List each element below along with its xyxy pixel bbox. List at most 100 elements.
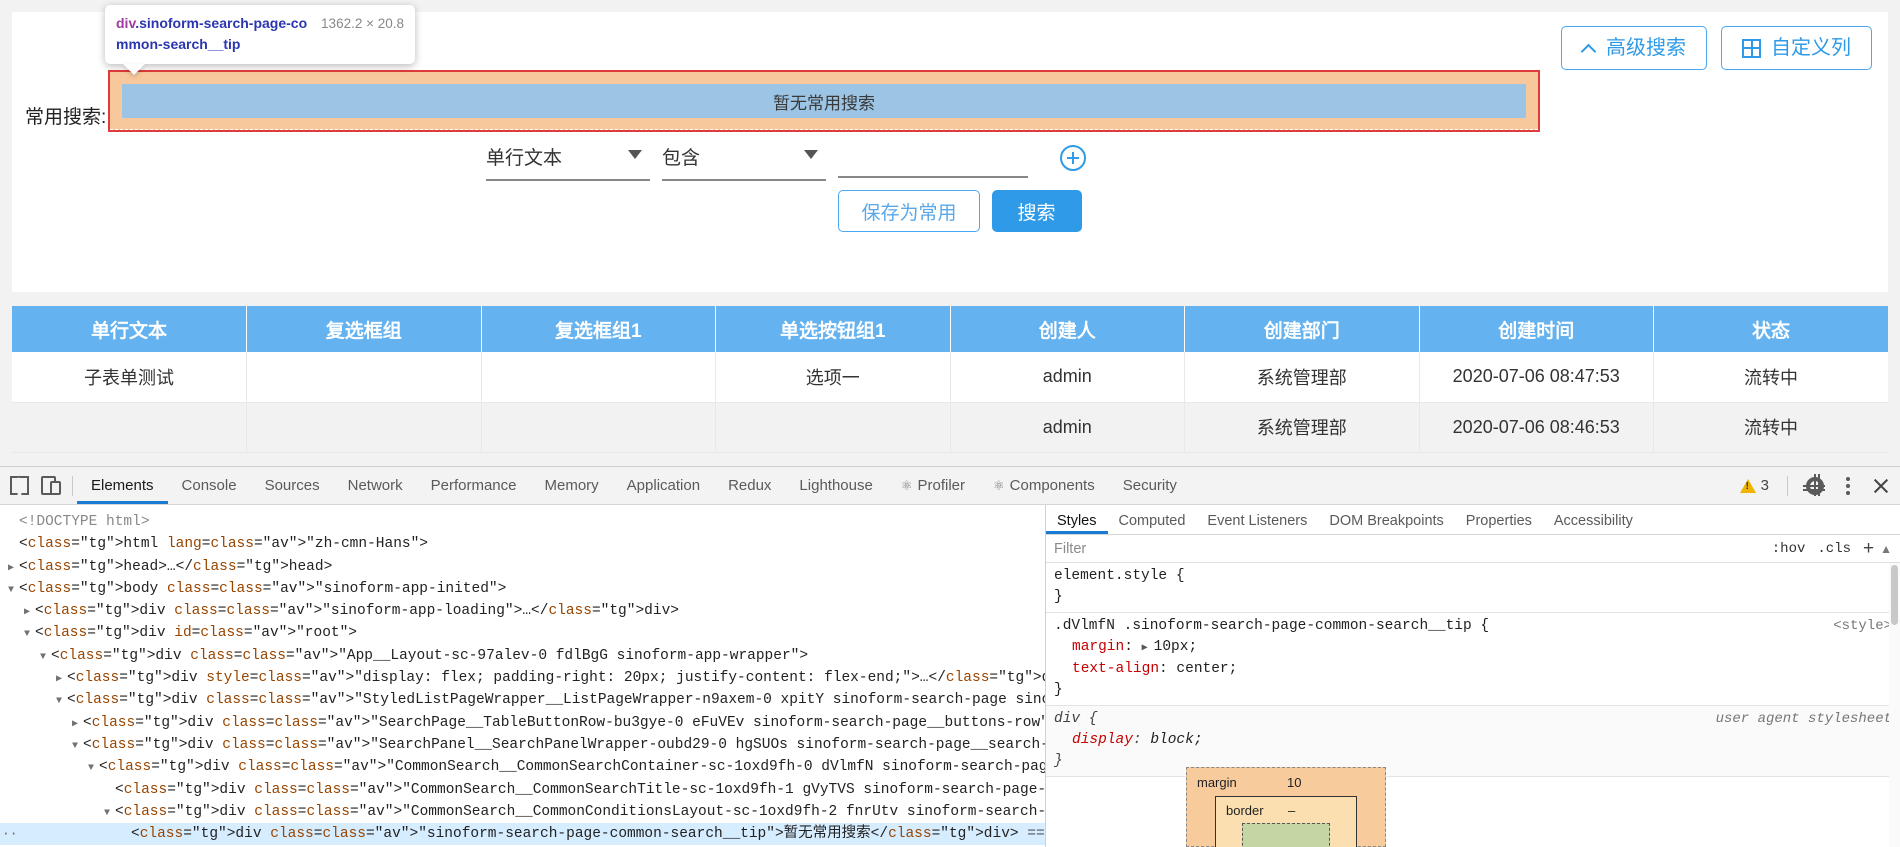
search-actions-row: 保存为常用 搜索 xyxy=(12,190,1888,232)
devtools-tab-application[interactable]: Application xyxy=(613,467,714,504)
warning-badge[interactable]: 3 xyxy=(1739,477,1769,494)
dom-node-expander[interactable]: ▶ xyxy=(8,558,19,580)
condition-value-field[interactable] xyxy=(838,143,1028,178)
table-cell: 子表单测试 xyxy=(12,352,247,403)
table-cell: 系统管理部 xyxy=(1184,352,1420,403)
inspect-element-icon[interactable] xyxy=(10,476,29,495)
css-rule[interactable]: .dVlmfN .sinoform-search-page-common-sea… xyxy=(1046,613,1900,706)
dom-tree-node[interactable]: ▼ <class="tg">div id=class="av">"root"> xyxy=(0,622,1045,644)
css-rule-source[interactable]: <style> xyxy=(1833,616,1892,637)
dom-tree-node[interactable]: ▼ <class="tg">div class=class="av">"Commo… xyxy=(0,801,1045,823)
devtools-tab-label: Performance xyxy=(430,477,517,494)
dom-node-expander[interactable]: ▼ xyxy=(88,758,99,780)
dom-tree-node[interactable]: ▶ <class="tg">div style=class="av">"displ… xyxy=(0,667,1045,689)
close-icon[interactable] xyxy=(1872,477,1890,495)
gear-icon[interactable] xyxy=(1803,473,1825,496)
styles-tab-computed[interactable]: Computed xyxy=(1108,513,1197,534)
box-model-margin-value[interactable]: 10 xyxy=(1287,775,1301,790)
dom-tree-node[interactable]: ▼ <class="tg">div class=class="av">"Searc… xyxy=(0,734,1045,756)
condition-value-input[interactable] xyxy=(838,143,1028,176)
custom-columns-label: 自定义列 xyxy=(1771,37,1851,59)
dom-node-text: <class="tg">div xyxy=(51,647,182,664)
styles-filter-input[interactable] xyxy=(1052,539,1766,558)
dom-tree-node[interactable]: ▼ <class="tg">div class=class="av">"Commo… xyxy=(0,756,1045,778)
devtools-tab-profiler[interactable]: ⚛ Profiler xyxy=(887,467,979,504)
devtools-tab-security[interactable]: Security xyxy=(1109,467,1191,504)
kebab-menu-icon[interactable] xyxy=(1846,483,1850,488)
css-rule[interactable]: element.style {} xyxy=(1046,563,1900,613)
dom-node-expander[interactable]: ▼ xyxy=(56,691,67,713)
dom-tree-node[interactable]: ▼ <class="tg">div class=class="av">"App__… xyxy=(0,645,1045,667)
dom-tree-node[interactable]: ▶ <class="tg">div class=class="av">"Searc… xyxy=(0,712,1045,734)
table-cell xyxy=(481,352,716,403)
table-cell: 流转中 xyxy=(1653,402,1888,453)
css-declaration[interactable]: display: block; xyxy=(1054,730,1892,751)
css-declaration[interactable]: text-align: center; xyxy=(1054,659,1892,680)
devtools-tab-redux[interactable]: Redux xyxy=(714,467,785,504)
devtools-tab-components[interactable]: ⚛ Components xyxy=(979,467,1109,504)
dom-node-expander[interactable]: ▶ xyxy=(72,714,83,736)
dom-tree-node[interactable]: ▼ <class="tg">body class=class="av">"sino… xyxy=(0,578,1045,600)
condition-value-underline xyxy=(838,176,1028,178)
table-header-cell: 创建人 xyxy=(950,306,1185,352)
dom-tree-node[interactable]: ▶ <class="tg">div class=class="av">"sinof… xyxy=(0,600,1045,622)
devtools-tab-network[interactable]: Network xyxy=(334,467,417,504)
devtools-tab-lighthouse[interactable]: Lighthouse xyxy=(785,467,886,504)
dom-node-text: <class="tg">div xyxy=(35,603,166,620)
css-rule[interactable]: div {user agent stylesheet display: block… xyxy=(1046,706,1900,777)
dom-tree-node[interactable]: ▼ <class="tg">div class=class="av">"Style… xyxy=(0,689,1045,711)
custom-columns-button[interactable]: 自定义列 xyxy=(1721,26,1872,70)
dom-tree-node[interactable]: ·· <class="tg">div class=class="av">"sino… xyxy=(0,823,1045,846)
advanced-search-button[interactable]: 高级搜索 xyxy=(1561,26,1707,70)
inspector-tooltip-selector: div.sinoform-search-page-common-search__… xyxy=(116,13,315,55)
styles-tab-styles[interactable]: Styles xyxy=(1046,513,1108,534)
dom-tree-node[interactable]: <class="tg">html lang=class="av">"zh-cmn… xyxy=(0,533,1045,555)
dom-node-expander[interactable]: ▼ xyxy=(40,647,51,669)
box-model-border-value[interactable]: – xyxy=(1288,803,1295,818)
devtools-tab-console[interactable]: Console xyxy=(168,467,251,504)
dom-node-expander[interactable]: ▶ xyxy=(56,669,67,691)
dom-tree-node[interactable]: <class="tg">div class=class="av">"Common… xyxy=(0,779,1045,801)
scroll-up-caret-icon[interactable]: ▲ xyxy=(1880,542,1894,556)
styles-tab-event-listeners[interactable]: Event Listeners xyxy=(1196,513,1318,534)
operator-select[interactable]: 包含 xyxy=(662,140,826,181)
hov-toggle-button[interactable]: :hov xyxy=(1766,541,1812,557)
field-type-select[interactable]: 单行文本 xyxy=(486,140,650,181)
css-property-value[interactable]: 10px; xyxy=(1154,639,1198,655)
toolbar-divider xyxy=(72,475,73,496)
dom-tree-node[interactable]: ▶ <class="tg">head>…</class="tg">head> xyxy=(0,556,1045,578)
cls-toggle-button[interactable]: .cls xyxy=(1811,541,1857,557)
save-as-common-button[interactable]: 保存为常用 xyxy=(838,190,980,232)
styles-scrollbar[interactable] xyxy=(1889,563,1900,847)
table-row[interactable]: 子表单测试 选项一 admin 系统管理部 2020-07-06 08:47:53 流转中 xyxy=(12,352,1888,403)
css-declaration[interactable]: margin: ▶ 10px; xyxy=(1054,637,1892,659)
devtools-tool-icons xyxy=(0,476,68,495)
css-property-value[interactable]: block; xyxy=(1150,732,1202,748)
dom-node-expander[interactable]: ▼ xyxy=(8,580,19,602)
dom-node-expander[interactable]: ▼ xyxy=(24,624,35,646)
devtools-tab-sources[interactable]: Sources xyxy=(251,467,334,504)
table-row[interactable]: admin 系统管理部 2020-07-06 08:46:53 流转中 xyxy=(12,402,1888,453)
css-property-value[interactable]: center; xyxy=(1176,661,1237,677)
styles-tab-dom-breakpoints[interactable]: DOM Breakpoints xyxy=(1318,513,1454,534)
dom-node-expander[interactable]: ▶ xyxy=(24,602,35,624)
devtools-tab-memory[interactable]: Memory xyxy=(531,467,613,504)
dom-node-text: <class="tg">div xyxy=(35,625,166,642)
field-type-select-value: 单行文本 xyxy=(486,148,563,169)
dom-tree-node[interactable]: <!DOCTYPE html> xyxy=(0,511,1045,533)
styles-tab-accessibility[interactable]: Accessibility xyxy=(1543,513,1644,534)
dom-node-expander[interactable]: ▼ xyxy=(72,736,83,758)
dom-node-expander[interactable]: ▼ xyxy=(104,803,115,825)
styles-scrollbar-thumb[interactable] xyxy=(1891,565,1898,625)
styles-tab-properties[interactable]: Properties xyxy=(1455,513,1543,534)
device-toolbar-icon[interactable] xyxy=(41,476,61,495)
devtools-tab-performance[interactable]: Performance xyxy=(417,467,531,504)
search-button[interactable]: 搜索 xyxy=(991,190,1082,232)
devtools-panel: Elements Console Sources Network Performance… xyxy=(0,466,1900,847)
add-condition-icon[interactable] xyxy=(1060,144,1086,171)
new-style-rule-button[interactable]: + xyxy=(1857,538,1880,560)
css-property-name: text-align xyxy=(1072,661,1160,677)
devtools-tab-elements[interactable]: Elements xyxy=(77,467,168,504)
dom-tree-panel[interactable]: <!DOCTYPE html> <class="tg">html lang=cla… xyxy=(0,505,1046,847)
expand-shorthand-icon[interactable]: ▶ xyxy=(1142,643,1154,654)
